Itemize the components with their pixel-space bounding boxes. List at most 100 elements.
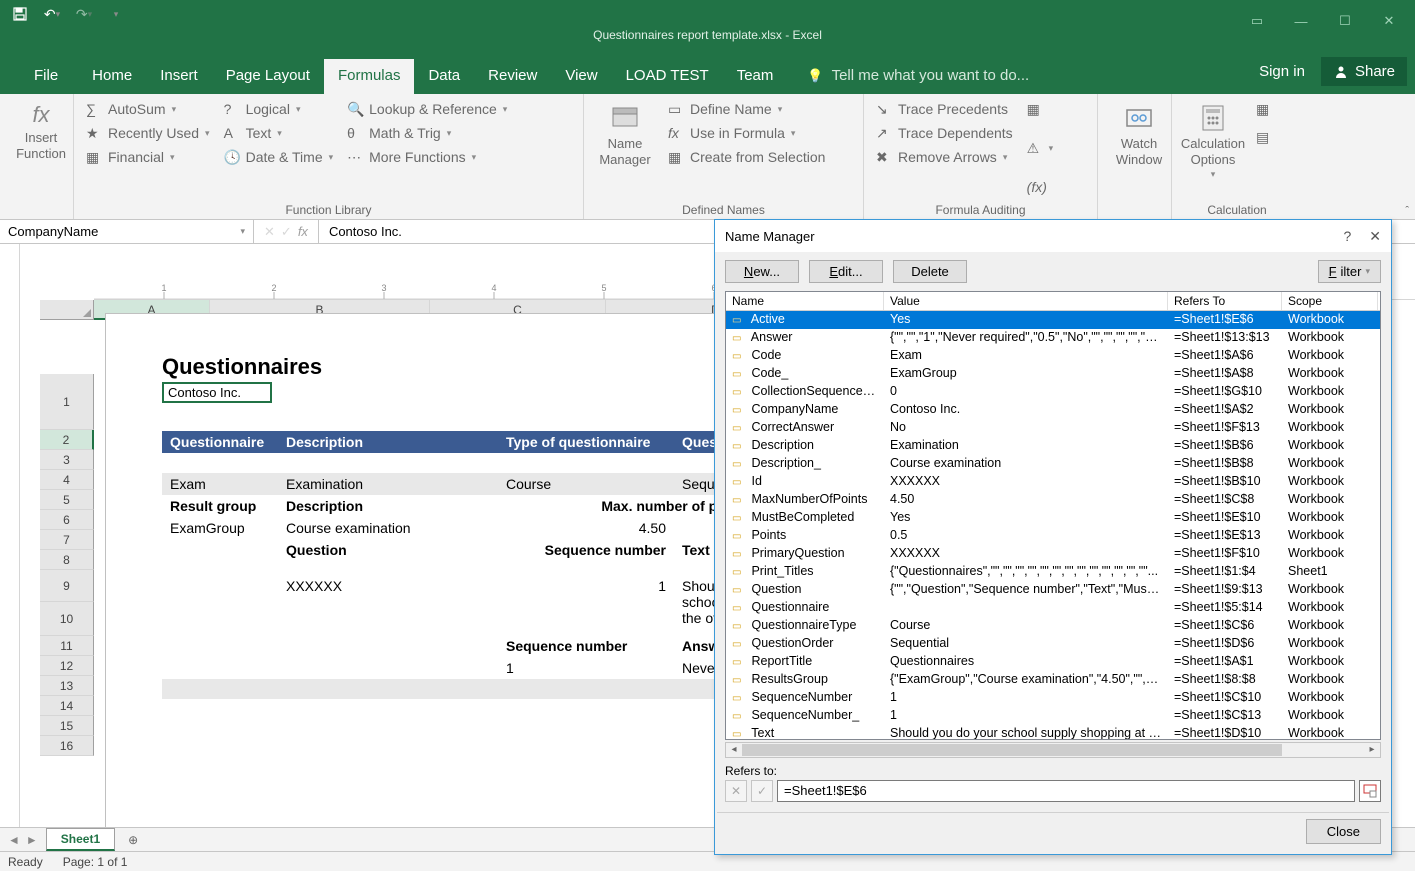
row-headers[interactable]: 1 2 3 4 5 6 7 8 9 10 11 12 13 14 15 16 — [40, 374, 94, 756]
name-row[interactable]: IdXXXXXX=Sheet1!$B$10Workbook — [726, 473, 1380, 491]
minimize-icon[interactable]: — — [1279, 6, 1323, 36]
dialog-close-icon[interactable]: ✕ — [1369, 228, 1381, 245]
tab-home[interactable]: Home — [78, 59, 146, 94]
calculation-options-button[interactable]: Calculation Options▾ — [1178, 98, 1248, 198]
new-name-button[interactable]: New... — [725, 260, 799, 283]
collapse-ribbon-icon[interactable]: ˆ — [1405, 205, 1409, 217]
qat-customize-icon[interactable]: ▾ — [102, 3, 130, 25]
dialog-help-icon[interactable]: ? — [1343, 228, 1351, 245]
name-manager-button[interactable]: Name Manager — [590, 98, 660, 198]
name-row[interactable]: SequenceNumber1=Sheet1!$C$10Workbook — [726, 689, 1380, 707]
define-name-button[interactable]: ▭Define Name▾ — [662, 98, 831, 120]
name-row[interactable]: CorrectAnswerNo=Sheet1!$F$13Workbook — [726, 419, 1380, 437]
math-trig-button[interactable]: θMath & Trig▾ — [341, 122, 513, 144]
name-row[interactable]: DescriptionExamination=Sheet1!$B$6Workbo… — [726, 437, 1380, 455]
tell-me-search[interactable]: Tell me what you want to do... — [807, 67, 1029, 94]
name-row[interactable]: QuestionnaireTypeCourse=Sheet1!$C$6Workb… — [726, 617, 1380, 635]
tab-load-test[interactable]: LOAD TEST — [612, 59, 723, 94]
financial-button[interactable]: ▦Financial▾ — [80, 146, 216, 168]
name-row[interactable]: Answer{"","","1","Never required","0.5",… — [726, 329, 1380, 347]
refers-accept-icon[interactable]: ✓ — [751, 780, 773, 802]
name-row[interactable]: PrimaryQuestionXXXXXX=Sheet1!$F$10Workbo… — [726, 545, 1380, 563]
names-list[interactable]: Name Value Refers To Scope ActiveYes=She… — [725, 291, 1381, 740]
use-in-formula-button[interactable]: fxUse in Formula▾ — [662, 122, 831, 144]
name-row[interactable]: Description_Course examination=Sheet1!$B… — [726, 455, 1380, 473]
name-row[interactable]: Points0.5=Sheet1!$E$13Workbook — [726, 527, 1380, 545]
range-picker-icon[interactable] — [1359, 780, 1381, 802]
tab-insert[interactable]: Insert — [146, 59, 212, 94]
name-row[interactable]: CodeExam=Sheet1!$A$6Workbook — [726, 347, 1380, 365]
undo-icon[interactable]: ↶▾ — [38, 3, 66, 25]
error-checking-icon[interactable]: ⚠▾ — [1021, 137, 1060, 159]
name-icon — [732, 599, 748, 617]
close-icon[interactable]: ✕ — [1367, 6, 1411, 36]
text-button[interactable]: AText▾ — [218, 122, 340, 144]
edit-name-button[interactable]: Edit... — [809, 260, 883, 283]
list-header[interactable]: Name Value Refers To Scope — [726, 292, 1380, 311]
name-row[interactable]: SequenceNumber_1=Sheet1!$C$13Workbook — [726, 707, 1380, 725]
recently-used-button[interactable]: ★Recently Used▾ — [80, 122, 216, 144]
tab-view[interactable]: View — [551, 59, 611, 94]
name-row[interactable]: MaxNumberOfPoints4.50=Sheet1!$C$8Workboo… — [726, 491, 1380, 509]
logical-button[interactable]: ?Logical▾ — [218, 98, 340, 120]
tab-formulas[interactable]: Formulas — [324, 59, 415, 94]
sign-in-link[interactable]: Sign in — [1259, 63, 1305, 80]
name-row[interactable]: Questionnaire=Sheet1!$5:$14Workbook — [726, 599, 1380, 617]
maximize-icon[interactable]: ☐ — [1323, 6, 1367, 36]
sheet-nav-prev-icon[interactable]: ◄ — [8, 833, 20, 847]
ribbon-display-icon[interactable]: ▭ — [1235, 6, 1279, 36]
insert-function-button[interactable]: fxInsert Function — [6, 98, 76, 162]
evaluate-formula-icon[interactable]: (fx) — [1021, 176, 1060, 198]
date-time-button[interactable]: 🕓Date & Time▾ — [218, 146, 340, 168]
tab-team[interactable]: Team — [723, 59, 788, 94]
calculate-now-icon[interactable]: ▦ — [1250, 98, 1278, 120]
remove-arrows-button[interactable]: ✖Remove Arrows▾ — [870, 146, 1019, 168]
tab-data[interactable]: Data — [414, 59, 474, 94]
create-from-selection-button[interactable]: ▦Create from Selection — [662, 146, 831, 168]
more-functions-button[interactable]: ⋯More Functions▾ — [341, 146, 513, 168]
name-row[interactable]: QuestionOrderSequential=Sheet1!$D$6Workb… — [726, 635, 1380, 653]
calculate-sheet-icon[interactable]: ▤ — [1250, 126, 1278, 148]
trace-dependents-button[interactable]: ↗Trace Dependents — [870, 122, 1019, 144]
delete-name-button[interactable]: Delete — [893, 260, 967, 283]
lookup-reference-button[interactable]: 🔍Lookup & Reference▾ — [341, 98, 513, 120]
refers-cancel-icon[interactable]: ✕ — [725, 780, 747, 802]
name-row[interactable]: CollectionSequenceNu...0=Sheet1!$G$10Wor… — [726, 383, 1380, 401]
share-button[interactable]: Share — [1321, 57, 1407, 86]
dialog-close-button[interactable]: Close — [1306, 819, 1381, 844]
show-formulas-icon[interactable]: ▦ — [1021, 98, 1060, 120]
refers-to-input[interactable]: =Sheet1!$E$6 — [777, 780, 1355, 802]
list-hscroll[interactable]: ◂▸ — [725, 742, 1381, 758]
filter-button[interactable]: Filter▾ — [1318, 260, 1381, 283]
enter-formula-icon[interactable]: ✓ — [281, 224, 292, 240]
name-row[interactable]: Print_Titles{"Questionnaires","","","","… — [726, 563, 1380, 581]
dialog-titlebar[interactable]: Name Manager ? ✕ — [715, 220, 1391, 252]
name-row[interactable]: TextShould you do your school supply sho… — [726, 725, 1380, 740]
active-cell[interactable]: Contoso Inc. — [162, 382, 272, 403]
autosum-button[interactable]: ∑AutoSum▾ — [80, 98, 216, 120]
name-row[interactable]: ReportTitleQuestionnaires=Sheet1!$A$1Wor… — [726, 653, 1380, 671]
name-row[interactable]: ResultsGroup{"ExamGroup","Course examina… — [726, 671, 1380, 689]
trace-precedents-button[interactable]: ↘Trace Precedents — [870, 98, 1019, 120]
sheet-tab[interactable]: Sheet1 — [46, 828, 115, 851]
watch-window-button[interactable]: Watch Window — [1104, 98, 1174, 167]
select-all-button[interactable] — [40, 300, 94, 320]
redo-icon[interactable]: ↷▾ — [70, 3, 98, 25]
name-row[interactable]: CompanyNameContoso Inc.=Sheet1!$A$2Workb… — [726, 401, 1380, 419]
tab-file[interactable]: File — [14, 59, 78, 94]
name-box[interactable]: CompanyName▾ — [0, 220, 254, 243]
cancel-formula-icon[interactable]: ✕ — [264, 224, 275, 240]
name-icon — [732, 527, 748, 545]
tab-review[interactable]: Review — [474, 59, 551, 94]
name-row[interactable]: MustBeCompletedYes=Sheet1!$E$10Workbook — [726, 509, 1380, 527]
name-row[interactable]: Question{"","Question","Sequence number"… — [726, 581, 1380, 599]
name-row[interactable]: ActiveYes=Sheet1!$E$6Workbook — [726, 311, 1380, 329]
sheet-nav-next-icon[interactable]: ► — [26, 833, 38, 847]
fx-icon[interactable]: fx — [298, 224, 308, 239]
name-icon — [732, 473, 748, 491]
save-icon[interactable] — [6, 3, 34, 25]
svg-text:4: 4 — [491, 283, 496, 293]
new-sheet-button[interactable]: ⊕ — [121, 833, 145, 847]
tab-page-layout[interactable]: Page Layout — [212, 59, 324, 94]
name-row[interactable]: Code_ExamGroup=Sheet1!$A$8Workbook — [726, 365, 1380, 383]
